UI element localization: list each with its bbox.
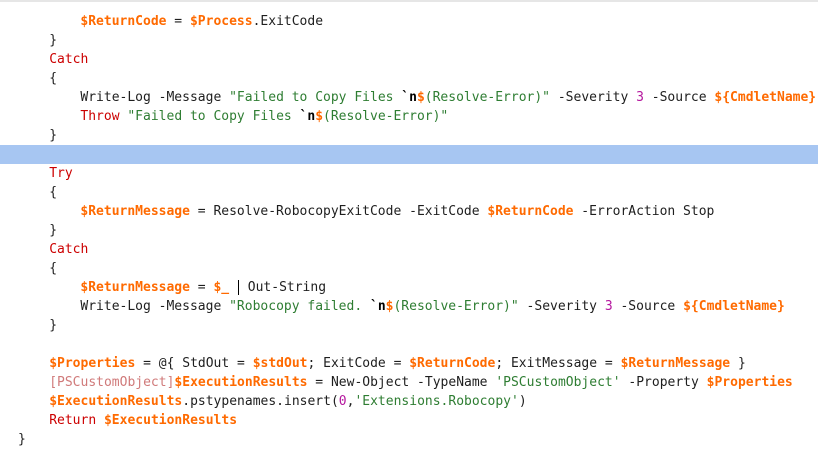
code-line[interactable]: $ExecutionResults.pstypenames.insert(0,'… [0, 392, 818, 411]
variable-token: ${CmdletName} [714, 90, 817, 105]
number-token: 0 [338, 394, 347, 409]
code-text: } [49, 33, 58, 48]
code-text: = Resolve-RobocopyExitCode -ExitCode [189, 204, 488, 219]
string-token: 'PSCustomObject' [495, 375, 621, 390]
variable-token: $ReturnMessage [80, 280, 190, 295]
code-line[interactable]: Return $ExecutionResults [0, 411, 818, 430]
code-text: -Property [620, 375, 707, 390]
code-text: } [49, 128, 58, 143]
code-text: -Severity [550, 90, 637, 105]
code-text: } [730, 356, 746, 371]
code-line[interactable]: { [0, 69, 818, 88]
code-line[interactable]: Catch [0, 240, 818, 259]
code-editor[interactable]: $ReturnCode = $Process.ExitCode} Catch { Wr… [0, 0, 818, 463]
code-text: } [18, 432, 26, 447]
string-token: (Resolve-Error)" [424, 90, 551, 105]
code-text: = [189, 280, 214, 295]
variable-token: $stdOut [252, 356, 308, 371]
code-text: -Source [612, 299, 684, 314]
code-line[interactable]: } [0, 31, 818, 50]
code-text: = @{ StdOut = [135, 356, 253, 371]
variable-token: $ReturnCode [80, 14, 167, 29]
code-text: ; ExitCode = [307, 356, 410, 371]
code-text: Write-Log -Message [80, 90, 230, 105]
variable-token: $ [315, 109, 324, 124]
variable-token: $ExecutionResults [103, 413, 238, 428]
code-text: -ErrorAction Stop [573, 204, 715, 219]
code-text: -Severity [518, 299, 605, 314]
code-line[interactable]: $ReturnMessage = Resolve-RobocopyExitCod… [0, 202, 818, 221]
variable-token: $Properties [49, 356, 136, 371]
variable-token: $ [416, 90, 425, 105]
string-token: (Resolve-Error)" [323, 109, 449, 124]
escape-token: `n [401, 90, 417, 105]
code-text: { [49, 261, 58, 276]
code-text: { [49, 71, 58, 86]
code-text: = New-Object -TypeName [307, 375, 496, 390]
code-line[interactable]: Catch [0, 50, 818, 69]
keyword-token: Return [49, 413, 97, 428]
variable-token: $ExecutionResults [49, 394, 183, 409]
code-line[interactable]: Throw "Failed to Copy Files `n$(Resolve-… [0, 107, 818, 126]
code-text: } [49, 318, 58, 333]
variable-token: $Properties [706, 375, 793, 390]
escape-token: `n [370, 299, 386, 314]
code-line[interactable]: { [0, 259, 818, 278]
code-text: } [49, 223, 58, 238]
variable-token: $ReturnCode [487, 204, 574, 219]
variable-token: $Process [189, 14, 253, 29]
code-line[interactable]: { [0, 183, 818, 202]
code-line[interactable]: Write-Log -Message "Failed to Copy Files… [0, 88, 818, 107]
variable-token: $ReturnCode [409, 356, 496, 371]
number-token: 3 [636, 90, 644, 105]
code-text: ) [518, 394, 527, 409]
code-text: -Source [643, 90, 715, 105]
code-line[interactable]: } [0, 221, 818, 240]
code-line[interactable]: } [0, 430, 818, 449]
code-text: ; ExitMessage = [495, 356, 621, 371]
code-text: .pstypenames.insert( [182, 394, 339, 409]
type-token: [PSCustomObject] [49, 375, 175, 390]
escape-token: `n [299, 109, 316, 124]
code-text: { [49, 185, 58, 200]
number-token: 3 [604, 299, 613, 314]
keyword-token: Catch [49, 52, 89, 67]
code-text: = [166, 14, 190, 29]
keyword-token: Throw [80, 109, 120, 124]
text-cursor [237, 280, 239, 295]
code-text: .ExitCode [252, 14, 324, 29]
code-line[interactable]: $ReturnCode = $Process.ExitCode [0, 12, 818, 31]
variable-token: $ReturnMessage [620, 356, 731, 371]
code-line[interactable]: Write-Log -Message "Robocopy failed. `n $… [0, 297, 818, 316]
code-line[interactable]: [PSCustomObject]$ExecutionResults = New-… [0, 373, 818, 392]
variable-token: $ReturnMessage [80, 204, 190, 219]
code-line[interactable]: } [0, 126, 818, 145]
string-token: 'Extensions.Robocopy' [354, 394, 519, 409]
code-line[interactable]: $Properties = @{ StdOut = $stdOut; ExitC… [0, 354, 818, 373]
code-line[interactable]: $ReturnMessage = $_ Out-String [0, 278, 818, 297]
string-token: "Robocopy failed. [229, 299, 370, 314]
keyword-token: Catch [49, 242, 89, 257]
keyword-token: Try [49, 166, 73, 181]
variable-token: ${CmdletName} [683, 299, 785, 314]
string-token: "Failed to Copy Files [127, 109, 300, 124]
code-line[interactable]: } [0, 316, 818, 335]
code-line[interactable] [0, 335, 818, 354]
string-token: (Resolve-Error)" [393, 299, 519, 314]
variable-token: $_ [213, 280, 230, 295]
code-text: Write-Log -Message [80, 299, 230, 314]
code-line-selected[interactable] [0, 145, 818, 164]
code-text: Out-String [239, 280, 327, 295]
variable-token: $ExecutionResults [174, 375, 308, 390]
code-line[interactable]: Try [0, 164, 818, 183]
string-token: "Failed to Copy Files [229, 90, 402, 105]
